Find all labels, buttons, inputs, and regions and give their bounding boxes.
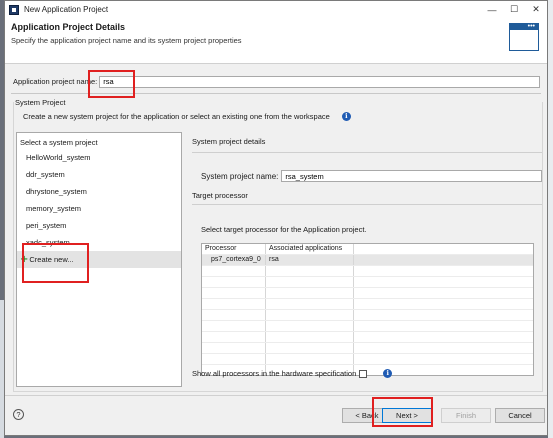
list-item-memory-system[interactable]: memory_system <box>17 200 181 217</box>
select-processor-text: Select target processor for the Applicat… <box>201 225 367 234</box>
list-item-ddr-system[interactable]: ddr_system <box>17 166 181 183</box>
table-row-empty <box>202 266 533 277</box>
divider <box>192 204 542 205</box>
background-desktop-strip <box>548 0 553 438</box>
project-name-input[interactable] <box>99 75 540 88</box>
table-cell-apps: rsa <box>266 255 354 265</box>
system-name-input[interactable] <box>281 170 542 182</box>
list-item-peri-system[interactable]: peri_system <box>17 217 181 234</box>
annotation-box-next <box>372 397 433 427</box>
info-icon[interactable]: i <box>341 112 351 121</box>
list-item-helloworld-system[interactable]: HelloWorld_system <box>17 149 181 166</box>
wizard-banner-icon: ••• <box>509 23 539 51</box>
project-name-label: Application project name: <box>13 77 98 86</box>
finish-button: Finish <box>441 408 491 423</box>
dialog-window: New Application Project — ☐ ✕ Applicatio… <box>4 0 548 436</box>
divider <box>192 152 542 153</box>
table-row-empty <box>202 321 533 332</box>
minimize-button[interactable]: — <box>481 1 503 18</box>
show-all-processors-row: Show all processors in the hardware spec… <box>192 369 393 378</box>
window-title: New Application Project <box>24 5 109 14</box>
close-button[interactable]: ✕ <box>525 1 547 18</box>
table-row[interactable]: ps7_cortexa9_0 rsa <box>202 255 533 266</box>
cancel-button[interactable]: Cancel <box>495 408 545 423</box>
maximize-button[interactable]: ☐ <box>503 1 525 18</box>
table-row-empty <box>202 277 533 288</box>
system-project-group-title: System Project <box>15 98 66 107</box>
system-project-description: Create a new system project for the appl… <box>23 112 351 121</box>
table-row-empty <box>202 332 533 343</box>
system-project-details-panel: System project details System project na… <box>192 132 542 387</box>
list-item-dhrystone-system[interactable]: dhrystone_system <box>17 183 181 200</box>
target-processor-title: Target processor <box>192 191 248 200</box>
system-name-row: System project name: <box>192 170 542 182</box>
table-row-empty <box>202 288 533 299</box>
help-button[interactable]: ? <box>13 409 24 420</box>
column-header-associated-apps[interactable]: Associated applications <box>266 244 354 254</box>
annotation-box-create-new <box>22 243 89 283</box>
processor-table: Processor Associated applications ps7_co… <box>201 243 534 376</box>
show-all-checkbox[interactable] <box>359 369 368 378</box>
table-row-empty <box>202 343 533 354</box>
title-bar: New Application Project — ☐ ✕ <box>5 1 547 18</box>
details-title: System project details <box>192 137 266 146</box>
table-row-empty <box>202 310 533 321</box>
page-description: Specify the application project name and… <box>11 36 242 45</box>
table-row-empty <box>202 299 533 310</box>
app-icon <box>9 4 19 15</box>
wizard-header: Application Project Details Specify the … <box>5 18 547 64</box>
info-icon[interactable]: i <box>383 369 393 378</box>
window-controls: — ☐ ✕ <box>481 1 547 18</box>
list-header: Select a system project <box>20 138 98 147</box>
table-header-row: Processor Associated applications <box>202 244 533 255</box>
show-all-label: Show all processors in the hardware spec… <box>192 369 357 378</box>
page-title: Application Project Details <box>11 22 126 32</box>
table-row-empty <box>202 354 533 365</box>
column-header-processor[interactable]: Processor <box>202 244 266 254</box>
divider <box>5 395 547 396</box>
system-name-label: System project name: <box>201 171 279 181</box>
annotation-box-project-name <box>88 70 135 98</box>
system-project-description-text: Create a new system project for the appl… <box>23 112 330 121</box>
table-cell-processor: ps7_cortexa9_0 <box>202 255 266 265</box>
